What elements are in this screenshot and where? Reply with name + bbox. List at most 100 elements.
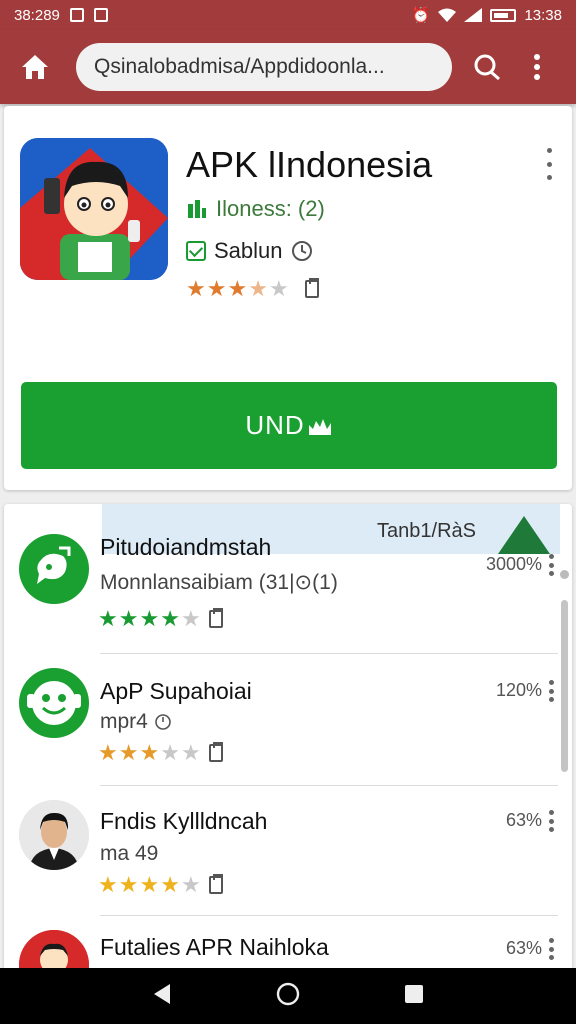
wifi-icon (438, 8, 457, 22)
list-item[interactable]: Futalies APR Naihloka 63% (4, 916, 572, 974)
app-logo-icon (20, 138, 168, 280)
sync-icon (474, 54, 500, 81)
timer-icon (155, 714, 171, 730)
more-vert-icon (548, 680, 554, 702)
clipboard-icon (208, 874, 223, 894)
scroll-indicator-dot (560, 570, 569, 579)
person-avatar (19, 800, 89, 870)
list-item-title: Futalies APR Naihloka (100, 934, 329, 960)
alarm-icon: ⏰ (411, 7, 431, 24)
app-title: APK lIndonesia (186, 144, 433, 185)
list-item-rating: ★ ★ ★ ★ ★ (98, 742, 223, 764)
list-item[interactable]: Fndis Kyllldncah ma 49 ★ ★ ★ ★ ★ 63% (4, 786, 572, 916)
green-chat-icon (19, 534, 89, 604)
install-button[interactable]: UND (21, 382, 557, 469)
status-time-right: 13:38 (524, 6, 562, 24)
status-time-left: 38:289 (14, 6, 60, 24)
developer-row: Iloness: (2) (186, 196, 325, 222)
mail-notification-icon (93, 8, 108, 22)
list-item-rating: ★ ★ ★ ★ ★ (98, 874, 223, 896)
list-item[interactable]: Pitudoiandmstah Monnlansaibiam (31|⊙(1) … (4, 504, 572, 654)
rating-stars: ★ ★ ★ ★ ★ (98, 742, 201, 764)
list-item-menu[interactable] (548, 680, 554, 702)
app-list-card: Tanb1/RàS Pitudoiandmstah Monnlansaibiam… (4, 504, 572, 974)
star-icon: ★ (160, 606, 180, 631)
star-icon: ★ (118, 872, 139, 897)
more-vert-icon (548, 810, 554, 832)
list-item-subtitle: ma 49 (100, 842, 159, 865)
status-bar: 38:289 ⏰ 13:38 (0, 0, 576, 30)
list-item-title: ApP Supahoiai (100, 678, 252, 704)
image-notification-icon (69, 8, 84, 22)
more-vert-icon (548, 554, 554, 576)
list-item-title: Pitudoiandmstah (100, 534, 272, 560)
rating-stars: ★ ★ ★ ★ ★ (98, 874, 201, 896)
home-nav-button[interactable] (276, 982, 300, 1011)
download-icon (308, 418, 331, 435)
star-icon: ★ (98, 606, 118, 631)
star-icon: ★ (139, 740, 160, 765)
developer-icon (188, 200, 206, 218)
list-item-subtitle-text: mpr4 (100, 710, 148, 733)
more-vert-icon (534, 54, 540, 80)
rating-stars: ★ ★ ★ ★ ★ (98, 608, 201, 630)
list-item-percent: 63% (505, 938, 542, 958)
list-item-title: Fndis Kyllldncah (100, 808, 268, 834)
clipboard-icon (304, 278, 319, 298)
list-item-menu[interactable] (548, 810, 554, 832)
list-item-menu[interactable] (548, 938, 554, 960)
app-rating-row: ★ ★ ★ ★ ★ (186, 278, 319, 300)
list-item-menu[interactable] (548, 554, 554, 576)
more-vert-icon (548, 938, 554, 960)
home-circle-icon (276, 982, 300, 1005)
star-icon: ★ (160, 872, 180, 897)
back-button[interactable] (152, 983, 172, 1010)
list-item-percent: 63% (505, 810, 542, 830)
recents-icon (405, 984, 423, 1003)
menu-button[interactable] (516, 46, 558, 88)
more-vert-icon (542, 148, 556, 180)
battery-icon (490, 8, 517, 22)
badge-label: Sablun (214, 238, 283, 263)
list-item-percent: 120% (495, 680, 542, 700)
star-icon: ★ (180, 740, 201, 765)
app-overflow-menu[interactable] (542, 148, 556, 180)
list-item[interactable]: ApP Supahoiai mpr4 ★ ★ ★ ★ ★ 120% (4, 654, 572, 786)
verified-check-icon (186, 241, 206, 261)
list-item-subtitle: mpr4 (100, 710, 172, 734)
list-item-rating: ★ ★ ★ ★ ★ (98, 608, 223, 630)
scrollbar[interactable] (561, 600, 568, 772)
star-icon: ★ (248, 276, 268, 301)
star-icon: ★ (118, 606, 139, 631)
signal-icon (464, 8, 483, 22)
system-nav-bar (0, 968, 576, 1024)
star-icon: ★ (186, 276, 206, 301)
star-icon: ★ (160, 740, 180, 765)
home-icon (22, 55, 48, 79)
home-button[interactable] (14, 46, 56, 88)
clipboard-icon (208, 742, 223, 762)
badge-row: Sablun (186, 238, 313, 264)
star-icon: ★ (139, 606, 160, 631)
sync-button[interactable] (466, 46, 508, 88)
star-icon: ★ (268, 276, 289, 301)
star-icon: ★ (98, 740, 118, 765)
back-icon (154, 983, 170, 1004)
star-icon: ★ (227, 276, 248, 301)
url-bar[interactable]: Qsinalobadmisa/Appdidoonla... (76, 43, 452, 91)
recents-button[interactable] (404, 984, 424, 1009)
star-icon: ★ (180, 606, 201, 631)
star-icon: ★ (118, 740, 139, 765)
timer-icon (291, 241, 312, 261)
install-label: UND (245, 410, 305, 440)
url-text: Qsinalobadmisa/Appdidoonla... (94, 55, 385, 78)
star-icon: ★ (180, 872, 201, 897)
star-icon: ★ (98, 872, 118, 897)
rating-stars: ★ ★ ★ ★ ★ (186, 278, 289, 300)
list-item-percent: 3000% (485, 554, 542, 574)
list-item-subtitle: Monnlansaibiam (31|⊙(1) (100, 571, 338, 594)
browser-toolbar: Qsinalobadmisa/Appdidoonla... (0, 30, 576, 104)
developer-name: Iloness: (2) (216, 196, 325, 221)
clipboard-icon (208, 608, 223, 628)
star-icon: ★ (206, 276, 227, 301)
